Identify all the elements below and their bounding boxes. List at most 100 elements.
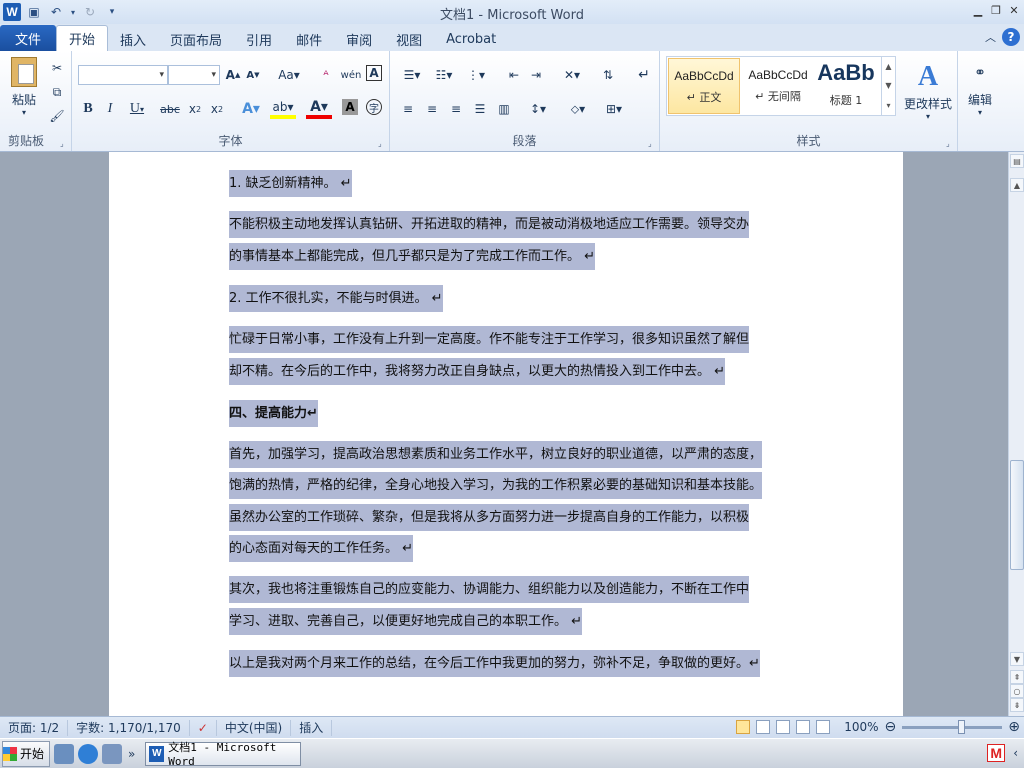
styles-launcher-icon[interactable]: ⌟ — [946, 139, 954, 148]
selected-text[interactable]: 四、提高能力↵ — [229, 400, 318, 427]
more-quicklaunch-icon[interactable]: » — [128, 747, 135, 761]
gallery-down-icon[interactable]: ▼ — [885, 81, 891, 90]
previous-page-icon[interactable]: ⇞ — [1010, 670, 1024, 684]
font-size-combo[interactable]: ▾ — [168, 65, 220, 85]
align-left-icon[interactable]: ≡ — [398, 99, 418, 119]
selected-text[interactable]: 以上是我对两个月来工作的总结，在今后工作中我更加的努力，弥补不足，争取做的更好。… — [229, 650, 760, 677]
word-logo-icon[interactable]: W — [3, 3, 21, 21]
font-launcher-icon[interactable]: ⌟ — [378, 139, 386, 148]
selected-text[interactable]: 不能积极主动地发挥认真钻研、开拓进取的精神，而是被动消极地适应工作需要。领导交办 — [229, 211, 750, 238]
phonetic-guide-icon[interactable]: wén — [340, 65, 362, 85]
help-icon[interactable]: ? — [1002, 28, 1020, 46]
underline-button[interactable]: U ▾ — [124, 99, 150, 119]
paragraph-line[interactable]: 忙碌于日常小事，工作没有上升到一定高度。作不能专注于工作学习，很多知识虽然了解但 — [229, 324, 750, 355]
align-center-icon[interactable]: ≡ — [422, 99, 442, 119]
paragraph-line[interactable]: 虽然办公室的工作琐碎、繁杂，但是我将从多方面努力进一步提高自身的工作能力，以积极 — [229, 502, 750, 533]
format-painter-icon[interactable]: 🖌 — [48, 107, 66, 125]
scroll-up-icon[interactable]: ▲ — [1010, 178, 1024, 192]
shrink-font-icon[interactable]: A ▼ — [244, 65, 262, 85]
line-spacing-icon[interactable]: ↕▾ — [524, 99, 552, 119]
clear-formatting-icon[interactable]: ᴬ — [316, 65, 336, 85]
multilevel-list-icon[interactable]: ⋮▾ — [462, 65, 490, 85]
media-player-icon[interactable] — [102, 743, 122, 764]
paragraph-line[interactable]: 饱满的热情，严格的纪律，全身心地投入学习，为我的工作积累必要的基础知识和基本技能… — [229, 470, 763, 501]
close-icon[interactable]: ✕ — [1006, 2, 1022, 18]
save-icon[interactable]: ▣ — [25, 3, 43, 21]
selected-text[interactable]: 2. 工作不很扎实，不能与时俱进。 ↵ — [229, 285, 443, 312]
paragraph-line[interactable]: 的事情基本上都能完成，但几乎都只是为了完成工作而工作。 ↵ — [229, 241, 596, 272]
grow-font-icon[interactable]: A ▲ — [224, 65, 242, 85]
bullets-icon[interactable]: ☰▾ — [398, 65, 426, 85]
tab-home[interactable]: 开始 — [56, 25, 109, 51]
selected-text[interactable]: 其次，我也将注重锻炼自己的应变能力、协调能力、组织能力以及创造能力，不断在工作中 — [229, 576, 750, 603]
scroll-down-icon[interactable]: ▼ — [1010, 652, 1024, 666]
word-count[interactable]: 字数: 1,170/1,170 — [68, 719, 190, 736]
selected-text[interactable]: 却不精。在今后的工作中，我将努力改正自身缺点，以更大的热情投入到工作中去。 ↵ — [229, 358, 726, 385]
style-heading-1[interactable]: AaBb 标题 1 — [815, 58, 877, 114]
align-right-icon[interactable]: ≡ — [446, 99, 466, 119]
editing-button[interactable]: ⚭ 编辑 ▾ — [962, 55, 998, 127]
selected-text[interactable]: 首先，加强学习，提高政治思想素质和业务工作水平，树立良好的职业道德，以严肃的态度… — [229, 441, 763, 468]
restore-icon[interactable]: ❐ — [988, 2, 1004, 18]
character-border-icon[interactable]: A — [366, 65, 382, 81]
selected-text[interactable]: 饱满的热情，严格的纪律，全身心地投入学习，为我的工作积累必要的基础知识和基本技能… — [229, 472, 763, 499]
paragraph-line[interactable]: 1. 缺乏创新精神。 ↵ — [229, 168, 352, 199]
enclose-characters-icon[interactable]: 字 — [366, 99, 382, 115]
numbering-icon[interactable]: ☷▾ — [430, 65, 458, 85]
outline-view-icon[interactable] — [796, 720, 811, 734]
show-desktop-icon[interactable] — [54, 743, 74, 764]
tab-acrobat[interactable]: Acrobat — [434, 27, 508, 51]
tray-m-icon[interactable]: M — [987, 744, 1006, 762]
italic-button[interactable]: I — [100, 99, 120, 119]
web-layout-icon[interactable] — [776, 720, 791, 734]
selected-text[interactable]: 虽然办公室的工作琐碎、繁杂，但是我将从多方面努力进一步提高自身的工作能力，以积极 — [229, 504, 750, 531]
tab-view[interactable]: 视图 — [384, 27, 434, 51]
minimize-ribbon-icon[interactable]: ︿ — [985, 29, 996, 45]
undo-dropdown-icon[interactable]: ▾ — [69, 3, 77, 21]
font-color-icon[interactable]: A▾ — [306, 99, 332, 119]
strikethrough-button[interactable]: abc — [158, 99, 182, 119]
taskbar-word-window[interactable]: W 文档1 - Microsoft Word — [145, 741, 302, 768]
increase-indent-icon[interactable]: ⇥ — [526, 65, 546, 85]
paragraph-line[interactable]: 的心态面对每天的工作任务。 ↵ — [229, 533, 414, 564]
vertical-scrollbar[interactable]: ▤ ▲ ▼ ⇞ ○ ⇟ — [1008, 152, 1024, 716]
undo-icon[interactable]: ↶ — [47, 3, 65, 21]
distributed-icon[interactable]: ▥ — [494, 99, 514, 119]
ie-icon[interactable] — [78, 743, 98, 764]
chinese-layout-icon[interactable]: ✕▾ — [558, 65, 586, 85]
zoom-slider-knob[interactable] — [958, 719, 966, 734]
gallery-more-icon[interactable]: ▾ — [886, 101, 890, 110]
bold-button[interactable]: B — [78, 99, 98, 119]
change-styles-button[interactable]: A 更改样式 ▾ — [900, 55, 956, 127]
sort-icon[interactable]: ⇅ — [598, 65, 618, 85]
language-indicator[interactable]: 中文(中国) — [217, 719, 292, 736]
customize-qat-icon[interactable]: ▾ — [103, 3, 121, 21]
character-shading-icon[interactable]: A — [342, 99, 358, 115]
selected-text[interactable]: 忙碌于日常小事，工作没有上升到一定高度。作不能专注于工作学习，很多知识虽然了解但 — [229, 326, 750, 353]
highlight-icon[interactable]: ab▾ — [270, 99, 296, 119]
change-case-icon[interactable]: Aa▾ — [276, 65, 302, 85]
style-no-spacing[interactable]: AaBbCcDd ↵ 无间隔 — [742, 58, 814, 114]
text-effects-icon[interactable]: A▾ — [238, 99, 264, 119]
paragraph-line[interactable]: 首先，加强学习，提高政治思想素质和业务工作水平，树立良好的职业道德，以严肃的态度… — [229, 439, 763, 470]
paragraph-line[interactable]: 2. 工作不很扎实，不能与时俱进。 ↵ — [229, 283, 443, 314]
print-layout-view-icon[interactable] — [736, 720, 751, 734]
minimize-icon[interactable]: ▁ — [970, 2, 986, 18]
tab-review[interactable]: 审阅 — [334, 27, 384, 51]
paragraph-line[interactable]: 不能积极主动地发挥认真钻研、开拓进取的精神，而是被动消极地适应工作需要。领导交办 — [229, 209, 750, 240]
insert-mode[interactable]: 插入 — [291, 719, 333, 736]
decrease-indent-icon[interactable]: ⇤ — [504, 65, 524, 85]
scroll-thumb[interactable] — [1010, 460, 1024, 570]
ruler-toggle-icon[interactable]: ▤ — [1010, 154, 1024, 168]
zoom-out-icon[interactable]: ⊖ — [885, 719, 897, 735]
cut-icon[interactable]: ✂ — [48, 59, 66, 77]
next-page-icon[interactable]: ⇟ — [1010, 698, 1024, 712]
paragraph-launcher-icon[interactable]: ⌟ — [648, 139, 656, 148]
style-gallery-scroll[interactable]: ▲ ▼ ▾ — [881, 57, 895, 115]
tab-mailings[interactable]: 邮件 — [284, 27, 334, 51]
font-name-combo[interactable]: ▾ — [78, 65, 168, 85]
start-button[interactable]: 开始 — [2, 740, 50, 767]
page-count[interactable]: 页面: 1/2 — [0, 719, 69, 736]
selected-text[interactable]: 的心态面对每天的工作任务。 ↵ — [229, 535, 414, 562]
tab-insert[interactable]: 插入 — [108, 27, 158, 51]
